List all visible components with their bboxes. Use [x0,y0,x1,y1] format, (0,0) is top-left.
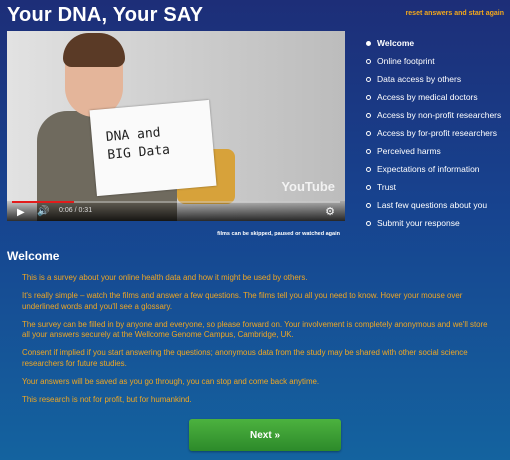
nav-bullet-icon [366,94,371,100]
nav-item-0[interactable]: Welcome [366,34,501,52]
nav-item-3[interactable]: Access by medical doctors [366,88,501,106]
section-title: Welcome [7,249,60,263]
nav-item-7[interactable]: Expectations of information [366,160,501,178]
nav-bullet-icon [366,166,371,172]
nav-item-label: Access by medical doctors [377,92,478,102]
nav-bullet-icon [366,40,371,46]
page-title: Your DNA, Your SAY [7,4,204,26]
nav-item-label: Submit your response [377,218,460,228]
section-nav: Welcome Online footprint Data access by ot… [366,34,501,232]
paragraph-5: This research is not for profit, but for… [22,395,192,405]
youtube-logo[interactable]: YouTube [281,179,335,194]
welcome-content: This is a survey about your online healt… [22,273,492,414]
video-player[interactable]: DNA and BIG Data YouTube ▶ 🔊 0:06 / 0:31… [7,31,345,221]
nav-bullet-icon [366,58,371,64]
nav-item-4[interactable]: Access by non-profit researchers [366,106,501,124]
paragraph-4: Your answers will be saved as you go thr… [22,377,320,387]
video-progress-bar[interactable] [12,201,340,203]
nav-bullet-icon [366,202,371,208]
paragraph-1: It's really simple – watch the films and… [22,291,463,311]
sign-text: DNA and BIG Data [105,125,171,163]
video-sign: DNA and BIG Data [89,99,217,197]
paragraph-0: This is a survey about your online healt… [22,273,308,282]
nav-item-label: Welcome [377,38,415,48]
volume-icon[interactable]: 🔊 [37,206,49,217]
video-controls: ▶ 🔊 0:06 / 0:31 ⚙ [7,201,345,221]
paragraph-3: Consent if implied if you start answerin… [22,348,468,368]
video-time: 0:06 / 0:31 [59,207,93,214]
nav-item-6[interactable]: Perceived harms [366,142,501,160]
nav-item-label: Perceived harms [377,146,441,156]
video-progress-fill [12,201,75,203]
nav-item-label: Last few questions about you [377,200,488,210]
gear-icon[interactable]: ⚙ [325,205,335,218]
nav-item-label: Access by non-profit researchers [377,110,502,120]
nav-item-2[interactable]: Data access by others [366,70,501,88]
nav-bullet-icon [366,112,371,118]
nav-item-label: Online footprint [377,56,435,66]
nav-bullet-icon [366,130,371,136]
nav-item-1[interactable]: Online footprint [366,52,501,70]
nav-item-label: Trust [377,182,397,192]
film-note: films can be skipped, paused or watched … [217,231,340,237]
nav-bullet-icon [366,220,371,226]
nav-item-5[interactable]: Access by for-profit researchers [366,124,501,142]
reset-link[interactable]: reset answers and start again [406,10,504,17]
nav-bullet-icon [366,76,371,82]
nav-bullet-icon [366,148,371,154]
play-icon[interactable]: ▶ [17,207,25,218]
boy-hair [63,33,125,67]
nav-item-9[interactable]: Last few questions about you [366,196,501,214]
nav-item-10[interactable]: Submit your response [366,214,501,232]
nav-item-8[interactable]: Trust [366,178,501,196]
nav-item-label: Data access by others [377,74,462,84]
next-button[interactable]: Next » [189,419,341,451]
nav-item-label: Expectations of information [377,164,480,174]
nav-bullet-icon [366,184,371,190]
paragraph-2: The survey can be filled in by anyone an… [22,319,488,340]
nav-item-label: Access by for-profit researchers [377,128,497,138]
